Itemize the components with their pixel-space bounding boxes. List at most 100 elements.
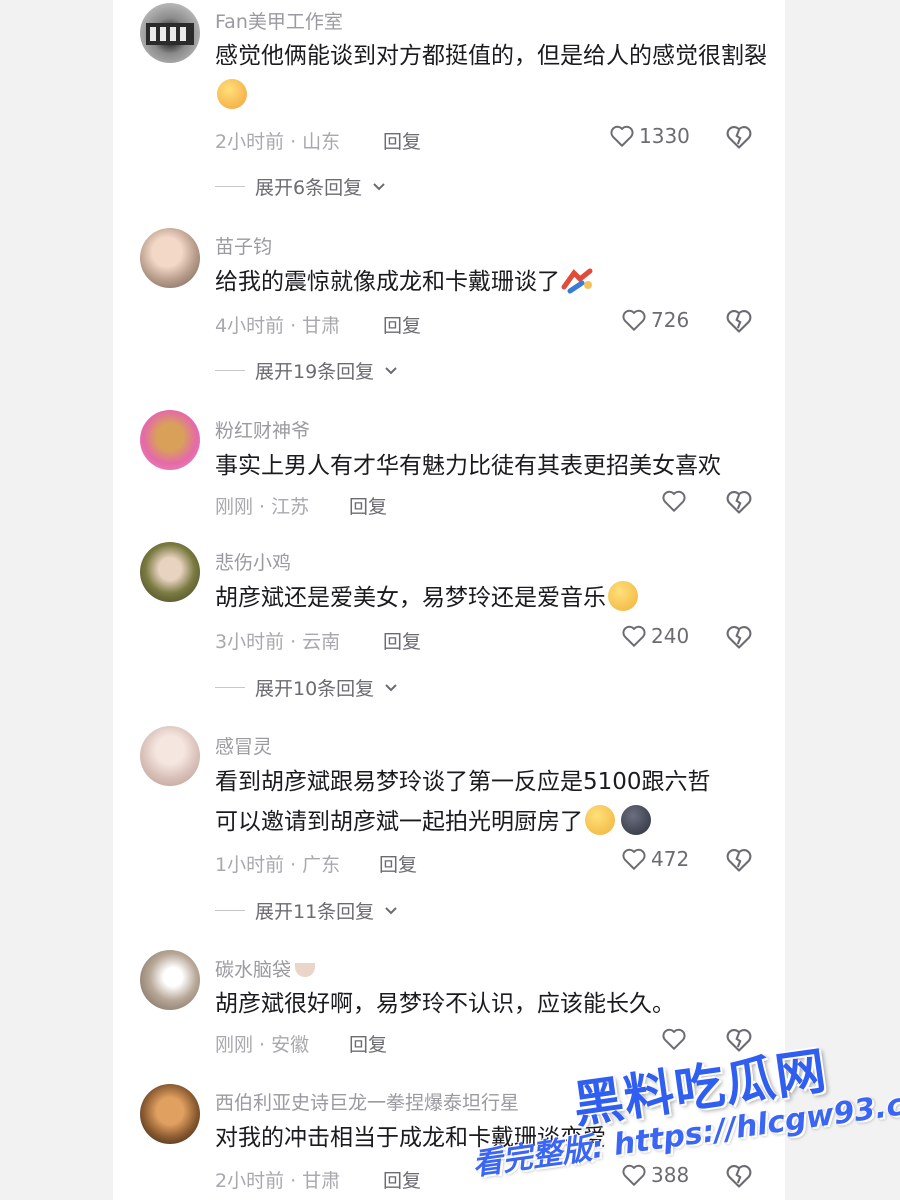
expand-replies-label: 展开19条回复 bbox=[255, 361, 375, 383]
comment-text: 事实上男人有才华有魅力比徒有其表更招美女喜欢 bbox=[215, 453, 721, 479]
like-count: 1330 bbox=[639, 124, 690, 148]
comment-time: 刚刚 bbox=[215, 1034, 254, 1056]
avatar[interactable] bbox=[140, 3, 200, 63]
comment-text-body: 可以邀请到胡彦斌一起拍光明厨房了 bbox=[215, 809, 583, 835]
like-button[interactable]: 1330 bbox=[609, 124, 690, 148]
heart-icon bbox=[610, 125, 634, 147]
comment-username[interactable]: Fan美甲工作室 bbox=[215, 7, 343, 34]
comment-time: 刚刚 bbox=[215, 496, 254, 518]
comment-text-body: 胡彦斌还是爱美女，易梦玲还是爱音乐 bbox=[215, 585, 606, 611]
chevron-down-icon bbox=[373, 182, 385, 190]
chevron-down-icon bbox=[385, 366, 397, 374]
comment-location: 甘肃 bbox=[302, 1170, 341, 1192]
broken-heart-icon bbox=[726, 126, 752, 149]
expand-replies-label: 展开10条回复 bbox=[255, 678, 375, 700]
comment-text: 胡彦斌还是爱美女，易梦玲还是爱音乐 bbox=[215, 578, 775, 618]
comment-username[interactable]: 粉红财神爷 bbox=[215, 416, 310, 443]
comment-panel: Fan美甲工作室 感觉他俩能谈到对方都挺值的，但是给人的感觉很割裂 2小时前 · 山… bbox=[113, 0, 785, 1200]
like-button[interactable]: 472 bbox=[621, 847, 689, 871]
reply-button[interactable]: 回复 bbox=[383, 311, 421, 338]
reply-button[interactable]: 回复 bbox=[379, 850, 417, 877]
comment-meta: 刚刚 · 安徽 bbox=[215, 1034, 310, 1056]
like-button[interactable]: 240 bbox=[621, 624, 689, 648]
comment-location: 安徽 bbox=[271, 1034, 310, 1056]
divider-line bbox=[215, 910, 245, 911]
comment-text-line: 看到胡彦斌跟易梦玲谈了第一反应是5100跟六哲 bbox=[215, 769, 711, 795]
heart-icon bbox=[662, 490, 686, 512]
heart-icon bbox=[622, 848, 646, 870]
dislike-button[interactable] bbox=[725, 489, 753, 519]
heart-icon bbox=[622, 1164, 646, 1186]
comment-username[interactable]: 苗子钧 bbox=[215, 232, 272, 259]
comment-location: 山东 bbox=[302, 131, 341, 153]
comment-username[interactable]: 西伯利亚史诗巨龙一拳捏爆泰坦行星 bbox=[215, 1088, 519, 1115]
comment-time: 3小时前 bbox=[215, 631, 285, 653]
like-count: 388 bbox=[651, 1163, 690, 1187]
divider-line bbox=[215, 186, 245, 187]
comment-text-body: 给我的震惊就像成龙和卡戴珊谈了 bbox=[215, 269, 560, 295]
dark-moon-face-emoji bbox=[621, 805, 651, 835]
reply-button[interactable]: 回复 bbox=[383, 127, 421, 154]
avatar[interactable] bbox=[140, 726, 200, 786]
reply-button[interactable]: 回复 bbox=[383, 1166, 421, 1193]
comment-username-text: 碳水脑袋 bbox=[215, 959, 292, 981]
avatar[interactable] bbox=[140, 228, 200, 288]
sleeping-face-emoji bbox=[217, 79, 247, 109]
comment-meta: 2小时前 · 甘肃 bbox=[215, 1170, 341, 1192]
comment-location: 云南 bbox=[302, 631, 341, 653]
like-count: 240 bbox=[651, 624, 690, 648]
broken-heart-icon bbox=[726, 1165, 752, 1188]
comment-location: 江苏 bbox=[271, 496, 310, 518]
dislike-button[interactable] bbox=[725, 1163, 753, 1193]
avatar[interactable] bbox=[140, 950, 200, 1010]
comment-meta: 4小时前 · 甘肃 bbox=[215, 315, 341, 337]
worried-face-emoji bbox=[585, 805, 615, 835]
divider-line bbox=[215, 370, 245, 371]
reply-button[interactable]: 回复 bbox=[383, 627, 421, 654]
expand-replies[interactable]: 展开10条回复 bbox=[215, 674, 398, 701]
like-button[interactable]: 726 bbox=[621, 308, 689, 332]
chevron-down-icon bbox=[385, 683, 397, 691]
comment-username[interactable]: 碳水脑袋 bbox=[215, 955, 316, 982]
broken-heart-icon bbox=[726, 310, 752, 333]
like-button[interactable] bbox=[661, 489, 687, 513]
comment-text-line: 可以邀请到胡彦斌一起拍光明厨房了 bbox=[215, 802, 775, 842]
comment-location: 广东 bbox=[302, 854, 341, 876]
avatar[interactable] bbox=[140, 410, 200, 470]
expand-replies-label: 展开6条回复 bbox=[255, 177, 363, 199]
comment-meta: 刚刚 · 江苏 bbox=[215, 496, 310, 518]
comment-location: 甘肃 bbox=[302, 315, 341, 337]
comment-text-body: 感觉他俩能谈到对方都挺值的，但是给人的感觉很割裂 bbox=[215, 43, 767, 69]
dislike-button[interactable] bbox=[725, 624, 753, 654]
reply-button[interactable]: 回复 bbox=[349, 492, 387, 519]
expand-replies[interactable]: 展开19条回复 bbox=[215, 357, 398, 384]
comment-text: 看到胡彦斌跟易梦玲谈了第一反应是5100跟六哲 可以邀请到胡彦斌一起拍光明厨房了 bbox=[215, 762, 775, 842]
expand-replies-label: 展开11条回复 bbox=[255, 901, 375, 923]
expand-replies[interactable]: 展开6条回复 bbox=[215, 173, 386, 200]
reply-button[interactable]: 回复 bbox=[349, 1030, 387, 1057]
like-button[interactable] bbox=[661, 1027, 687, 1051]
avatar[interactable] bbox=[140, 1084, 200, 1144]
dislike-button[interactable] bbox=[725, 308, 753, 338]
comment-text: 感觉他俩能谈到对方都挺值的，但是给人的感觉很割裂 bbox=[215, 36, 775, 116]
expand-replies[interactable]: 展开11条回复 bbox=[215, 897, 398, 924]
avatar-image bbox=[146, 23, 194, 45]
chevron-down-icon bbox=[385, 906, 397, 914]
avatar[interactable] bbox=[140, 542, 200, 602]
comment-username[interactable]: 悲伤小鸡 bbox=[215, 548, 291, 575]
comment-time: 2小时前 bbox=[215, 131, 285, 153]
heart-icon bbox=[622, 625, 646, 647]
comment-time: 2小时前 bbox=[215, 1170, 285, 1192]
heart-icon bbox=[622, 309, 646, 331]
comment-time: 1小时前 bbox=[215, 854, 285, 876]
comment-meta: 1小时前 · 广东 bbox=[215, 854, 341, 876]
falling-person-emoji bbox=[561, 268, 593, 294]
dislike-button[interactable] bbox=[725, 124, 753, 154]
comment-meta: 2小时前 · 山东 bbox=[215, 131, 341, 153]
divider-line bbox=[215, 687, 245, 688]
teary-face-emoji bbox=[608, 581, 638, 611]
dislike-button[interactable] bbox=[725, 847, 753, 877]
comment-username[interactable]: 感冒灵 bbox=[215, 732, 272, 759]
broken-heart-icon bbox=[726, 626, 752, 649]
like-button[interactable]: 388 bbox=[621, 1163, 689, 1187]
